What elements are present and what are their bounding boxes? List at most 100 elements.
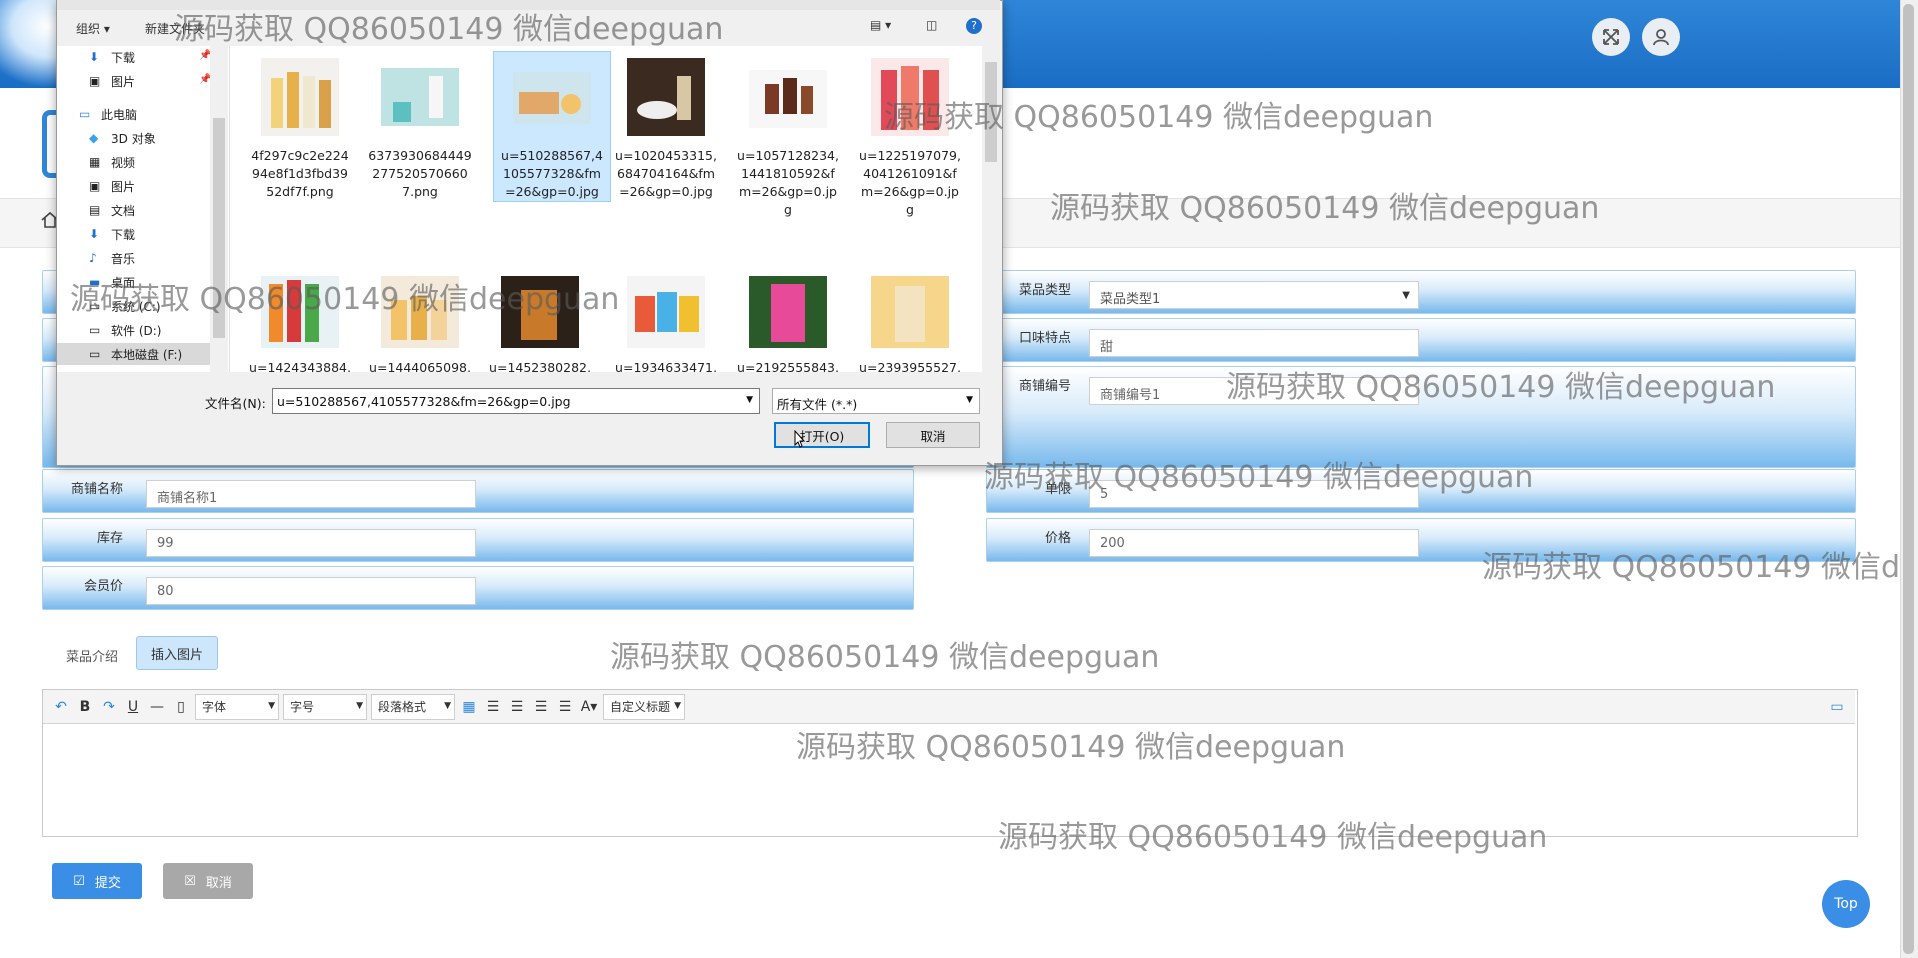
page-scrollbar-thumb[interactable]: [1903, 4, 1914, 954]
organize-menu[interactable]: 组织 ▾: [76, 20, 110, 37]
tree-item-music[interactable]: ♪ 音乐: [89, 247, 135, 269]
filetype-value: 所有文件 (*.*): [777, 397, 858, 412]
editor-toolbar: ↶ B ↷ U — ▯ 字体 ▼ 字号 ▼ 段落格式 ▼ ▦ ☰ ☰ ☰ ☰ A▾ 自…: [43, 690, 1855, 724]
align-justify-icon[interactable]: ☰: [555, 699, 575, 715]
file-list-scrollbar-thumb[interactable]: [985, 62, 997, 162]
redo-icon[interactable]: ↷: [99, 699, 119, 715]
tree-item-documents[interactable]: ▤ 文档: [89, 199, 135, 221]
file-item[interactable]: u=1444065098,: [362, 264, 478, 372]
align-center-icon[interactable]: ☰: [531, 699, 551, 715]
form-row-stock: 库存 99: [42, 518, 914, 562]
pictures-icon: ▣: [89, 179, 101, 193]
custom-heading-select[interactable]: 自定义标题 ▼: [603, 693, 685, 720]
back-to-top-button[interactable]: Top: [1822, 880, 1870, 928]
align-right-icon[interactable]: ☰: [507, 699, 527, 715]
tree-item-videos[interactable]: ▦ 视频: [89, 151, 135, 173]
filetype-select[interactable]: 所有文件 (*.*) ▼: [772, 388, 980, 414]
chevron-down-icon: ▼: [1402, 290, 1410, 301]
chevron-down-icon: ▼: [966, 395, 973, 405]
tree-scrollbar-thumb[interactable]: [213, 118, 225, 338]
file-thumbnail: [501, 276, 579, 348]
font-size-label: 字号: [290, 700, 315, 714]
mouse-cursor-icon: [794, 430, 806, 448]
file-item[interactable]: u=2192555843,: [730, 264, 846, 372]
fullscreen-button[interactable]: [1592, 18, 1630, 56]
unit-input[interactable]: 5: [1089, 480, 1419, 508]
font-color-icon[interactable]: A▾: [579, 699, 599, 715]
file-item[interactable]: u=1934633471,: [608, 264, 724, 372]
align-left-icon[interactable]: ☰: [483, 699, 503, 715]
tree-item-drive-c[interactable]: ▭ 系统 (C:): [89, 295, 161, 317]
download-icon: ⬇: [89, 50, 100, 64]
file-thumbnail: [627, 58, 705, 136]
file-thumbnail: [261, 276, 339, 348]
chevron-down-icon[interactable]: ▼: [746, 395, 753, 405]
price-input[interactable]: 200: [1089, 529, 1419, 557]
file-item[interactable]: u=1057128234, 1441810592&f m=26&gp=0.jp …: [730, 52, 846, 219]
underline-icon[interactable]: U: [123, 699, 143, 715]
tree-item-this-pc[interactable]: ▭ 此电脑: [79, 103, 137, 125]
undo-icon[interactable]: ↶: [51, 699, 71, 715]
font-family-select[interactable]: 字体 ▼: [195, 693, 279, 720]
tree-item-pictures2[interactable]: ▣ 图片: [89, 175, 135, 197]
file-item[interactable]: u=2393955527,: [852, 264, 968, 372]
preview-pane-icon[interactable]: ◫: [926, 18, 937, 32]
submit-button[interactable]: ☑ 提交: [52, 863, 142, 899]
music-icon: ♪: [89, 251, 97, 265]
drive-icon: ▭: [89, 323, 101, 337]
price-label: 价格: [1044, 531, 1071, 546]
help-icon[interactable]: ?: [966, 18, 982, 34]
form-row-shop-name: 商铺名称 商铺名称1: [42, 469, 914, 513]
file-item[interactable]: u=1424343884,: [242, 264, 358, 372]
file-thumbnail: [627, 276, 705, 348]
table-icon[interactable]: ▦: [459, 699, 479, 715]
fullscreen-editor-icon[interactable]: ▭: [1827, 699, 1847, 715]
dish-type-select[interactable]: 菜品类型1 ▼: [1089, 281, 1419, 309]
file-item[interactable]: 6373930684449 277520570660 7.png: [362, 52, 478, 201]
paste-icon[interactable]: ▯: [171, 699, 191, 715]
paragraph-format-select[interactable]: 段落格式 ▼: [371, 693, 455, 720]
view-options-icon[interactable]: ▤ ▾: [870, 18, 891, 32]
dish-type-value: 菜品类型1: [1100, 292, 1161, 307]
stock-input[interactable]: 99: [146, 529, 476, 557]
cancel-button[interactable]: ☒ 取消: [163, 863, 253, 899]
font-size-select[interactable]: 字号 ▼: [283, 693, 367, 720]
dialog-cancel-button[interactable]: 取消: [886, 422, 980, 448]
drive-icon: ▭: [89, 299, 101, 313]
tree-item-pictures[interactable]: ▣ 图片: [89, 70, 135, 92]
shop-no-input[interactable]: 商铺编号1: [1089, 377, 1419, 405]
taste-input[interactable]: 甜: [1089, 329, 1419, 357]
file-item[interactable]: u=1452380282,: [482, 264, 598, 372]
expand-icon: [1603, 29, 1619, 45]
file-item-selected[interactable]: u=510288567,4 105577328&fm =26&gp=0.jpg: [493, 51, 611, 202]
shop-name-input[interactable]: 商铺名称1: [146, 480, 476, 508]
member-price-label: 会员价: [83, 579, 123, 594]
filename-input[interactable]: u=510288567,4105577328&fm=26&gp=0.jpg ▼: [272, 388, 760, 414]
file-item[interactable]: u=1020453315, 684704164&fm =26&gp=0.jpg: [608, 52, 724, 201]
member-price-input[interactable]: 80: [146, 577, 476, 605]
horizontal-rule-icon[interactable]: —: [147, 699, 167, 715]
user-menu-button[interactable]: [1642, 18, 1680, 56]
file-list-pane: 4f297c9c2e224 94e8f1d3fbd39 52df7f.png 6…: [230, 46, 982, 372]
tree-item-desktop[interactable]: ▬ 桌面: [89, 271, 135, 293]
dish-intro-label: 菜品介绍: [66, 650, 119, 665]
new-folder-button[interactable]: 新建文件夹: [145, 20, 205, 37]
tree-item-drive-d[interactable]: ▭ 软件 (D:): [89, 319, 161, 341]
watermark-text: 源码获取 QQ86050149 微信deepguan: [610, 640, 1160, 675]
open-button[interactable]: 打开(O): [774, 422, 870, 448]
cancel-icon: ☒: [184, 873, 196, 889]
pictures-icon: ▣: [89, 74, 101, 88]
file-item[interactable]: 4f297c9c2e224 94e8f1d3fbd39 52df7f.png: [242, 52, 358, 201]
unit-label: 单限: [1044, 482, 1071, 497]
tree-item-downloads2[interactable]: ⬇ 下载: [89, 223, 135, 245]
cancel-label: 取消: [205, 875, 232, 891]
tree-item-3d[interactable]: ◆ 3D 对象: [89, 127, 156, 149]
form-row-price: 价格 200: [986, 518, 1856, 562]
tree-item-drive-f[interactable]: ▭ 本地磁盘 (F:): [57, 343, 227, 365]
insert-image-button[interactable]: 插入图片: [136, 636, 218, 670]
filename-value: u=510288567,4105577328&fm=26&gp=0.jpg: [277, 394, 571, 409]
file-thumbnail: [513, 72, 591, 124]
file-item[interactable]: u=1225197079, 4041261091&f m=26&gp=0.jp …: [852, 52, 968, 219]
tree-item-downloads[interactable]: ⬇ 下载: [89, 46, 135, 68]
bold-icon[interactable]: B: [75, 699, 95, 715]
